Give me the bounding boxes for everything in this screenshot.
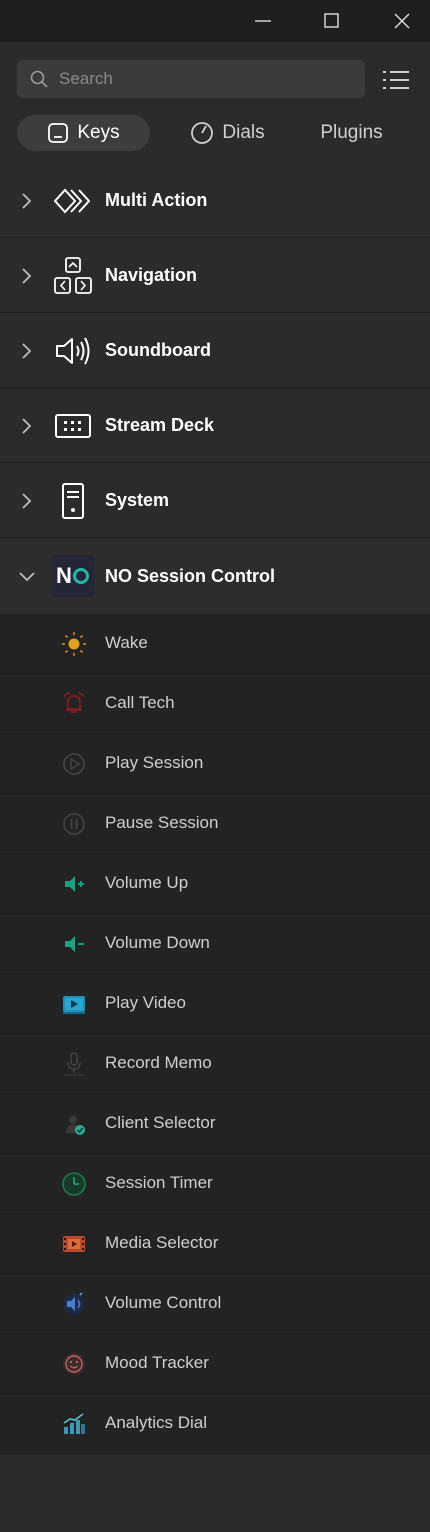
title-bar	[0, 0, 430, 42]
volume-down-icon	[60, 931, 88, 957]
tab-plugins[interactable]: Plugins	[305, 115, 398, 151]
action-media-selector[interactable]: Media Selector	[0, 1214, 430, 1274]
chevron-right-icon	[22, 418, 32, 434]
action-volume-down[interactable]: Volume Down	[0, 914, 430, 974]
dial-icon	[190, 121, 214, 145]
video-icon	[60, 991, 88, 1017]
category-label: Stream Deck	[105, 415, 215, 435]
close-button[interactable]	[367, 0, 430, 42]
action-label: Wake	[105, 633, 148, 652]
action-client-selector[interactable]: Client Selector	[0, 1094, 430, 1154]
category-no-session-control[interactable]: N NO Session Control	[0, 539, 430, 613]
timer-icon	[60, 1171, 88, 1197]
computer-tower-icon	[52, 480, 94, 522]
search-icon	[30, 70, 48, 88]
tab-dials-label: Dials	[222, 122, 265, 143]
action-play-video[interactable]: Play Video	[0, 974, 430, 1034]
multi-action-icon	[52, 180, 94, 222]
sun-icon	[60, 631, 88, 657]
action-label: Analytics Dial	[105, 1413, 208, 1432]
action-label: Play Video	[105, 993, 186, 1012]
category-stream-deck[interactable]: Stream Deck	[0, 389, 430, 463]
action-call-tech[interactable]: Call Tech	[0, 674, 430, 734]
action-wake[interactable]: Wake	[0, 614, 430, 674]
action-label: Volume Down	[105, 933, 210, 952]
tab-plugins-label: Plugins	[320, 122, 383, 143]
no-logo-icon: N	[52, 555, 94, 597]
category-multi-action[interactable]: Multi Action	[0, 164, 430, 238]
action-label: Session Timer	[105, 1173, 213, 1192]
action-label: Pause Session	[105, 813, 219, 832]
category-soundboard[interactable]: Soundboard	[0, 314, 430, 388]
list-view-icon[interactable]	[382, 68, 410, 92]
microphone-icon	[60, 1051, 88, 1077]
pause-circle-icon	[60, 811, 88, 837]
action-pause-session[interactable]: Pause Session	[0, 794, 430, 854]
action-record-memo[interactable]: Record Memo	[0, 1034, 430, 1094]
tab-dials[interactable]: Dials	[170, 115, 285, 151]
action-label: Volume Up	[105, 873, 189, 892]
minimize-button[interactable]	[228, 0, 298, 42]
action-mood-tracker[interactable]: Mood Tracker	[0, 1334, 430, 1394]
maximize-icon	[324, 13, 339, 28]
category-navigation[interactable]: Navigation	[0, 239, 430, 313]
volume-up-icon	[60, 871, 88, 897]
film-icon	[60, 1231, 88, 1257]
category-label: Multi Action	[105, 190, 208, 210]
action-play-session[interactable]: Play Session	[0, 734, 430, 794]
category-label: Navigation	[105, 265, 198, 285]
maximize-button[interactable]	[297, 0, 367, 42]
minimize-icon	[255, 20, 271, 22]
search-box[interactable]	[17, 60, 365, 98]
chevron-right-icon	[22, 343, 32, 359]
category-label: Soundboard	[105, 340, 211, 360]
action-label: Record Memo	[105, 1053, 212, 1072]
action-label: Client Selector	[105, 1113, 216, 1132]
stream-deck-icon	[52, 405, 94, 447]
chevron-right-icon	[22, 193, 32, 209]
category-system[interactable]: System	[0, 464, 430, 538]
category-label: NO Session Control	[105, 565, 276, 586]
navigation-icon	[52, 255, 94, 297]
search-input[interactable]	[57, 68, 341, 90]
category-label: System	[105, 490, 170, 510]
action-volume-up[interactable]: Volume Up	[0, 854, 430, 914]
client-check-icon	[60, 1111, 88, 1137]
chevron-right-icon	[22, 493, 32, 509]
play-circle-icon	[60, 751, 88, 777]
action-analytics-dial[interactable]: Analytics Dial	[0, 1394, 430, 1454]
analytics-icon	[60, 1411, 88, 1437]
smiley-icon	[60, 1351, 88, 1377]
tab-keys-label: Keys	[77, 122, 120, 143]
action-list: Wake Call Tech Play Session Pause Sessio…	[0, 614, 430, 1454]
action-label: Call Tech	[105, 693, 175, 712]
close-icon	[394, 13, 410, 29]
action-label: Mood Tracker	[105, 1353, 209, 1372]
chevron-right-icon	[22, 268, 32, 284]
key-icon	[47, 122, 69, 144]
chevron-down-icon	[19, 572, 35, 582]
action-session-timer[interactable]: Session Timer	[0, 1154, 430, 1214]
tab-keys[interactable]: Keys	[17, 115, 150, 151]
action-label: Media Selector	[105, 1233, 219, 1252]
action-volume-control[interactable]: Volume Control	[0, 1274, 430, 1334]
action-label: Play Session	[105, 753, 204, 772]
volume-dial-icon	[60, 1291, 88, 1317]
alarm-bell-icon	[60, 691, 88, 717]
action-label: Volume Control	[105, 1293, 222, 1312]
speaker-icon	[52, 330, 94, 372]
